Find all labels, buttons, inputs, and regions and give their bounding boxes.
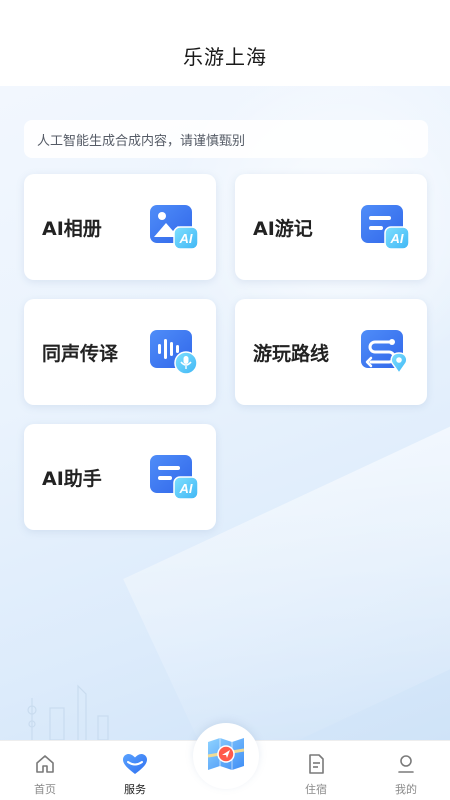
main-content: 人工智能生成合成内容，请谨慎甄别 AI相册 AI AI游记 AI 同声传译 游玩… [0,86,450,740]
tab-profile[interactable]: 我的 [376,741,436,800]
heart-services-icon [122,753,148,779]
route-map-icon [361,330,409,375]
home-icon [34,753,56,779]
card-label: AI相册 [42,217,102,240]
skyline-decoration [27,684,109,740]
voice-translation-icon [150,330,198,375]
travel-route-card[interactable]: 游玩路线 [235,299,427,405]
tab-label: 服务 [124,783,146,796]
voice-translation-card[interactable]: 同声传译 [24,299,216,405]
tab-accommodation[interactable]: 住宿 [286,741,346,800]
ai-album-card[interactable]: AI相册 AI [24,174,216,280]
tab-home[interactable]: 首页 [15,741,75,800]
map-location-icon [204,732,248,780]
center-map-button[interactable] [193,723,259,789]
ai-travel-notes-card[interactable]: AI游记 AI [235,174,427,280]
ai-photo-album-icon: AI [150,205,199,250]
svg-text:AI: AI [390,231,404,246]
notice-text: 人工智能生成合成内容，请谨慎甄别 [37,133,246,149]
document-icon [305,753,327,779]
tab-label: 首页 [34,783,56,796]
tab-label: 住宿 [305,783,327,796]
user-icon [395,753,417,779]
tab-label: 我的 [395,783,417,796]
header: 乐游上海 [0,0,450,86]
card-label: 游玩路线 [253,342,330,365]
ai-travel-notes-icon: AI [361,205,410,250]
tab-services[interactable]: 服务 [105,741,165,800]
card-label: AI游记 [253,217,313,240]
ai-content-notice: 人工智能生成合成内容，请谨慎甄别 [24,120,428,158]
ai-assistant-card[interactable]: AI助手 AI [24,424,216,530]
svg-text:AI: AI [179,481,193,496]
page-title: 乐游上海 [183,45,267,69]
ai-assistant-icon: AI [150,455,199,500]
card-label: 同声传译 [42,342,119,365]
svg-text:AI: AI [179,231,193,246]
card-label: AI助手 [42,467,102,490]
